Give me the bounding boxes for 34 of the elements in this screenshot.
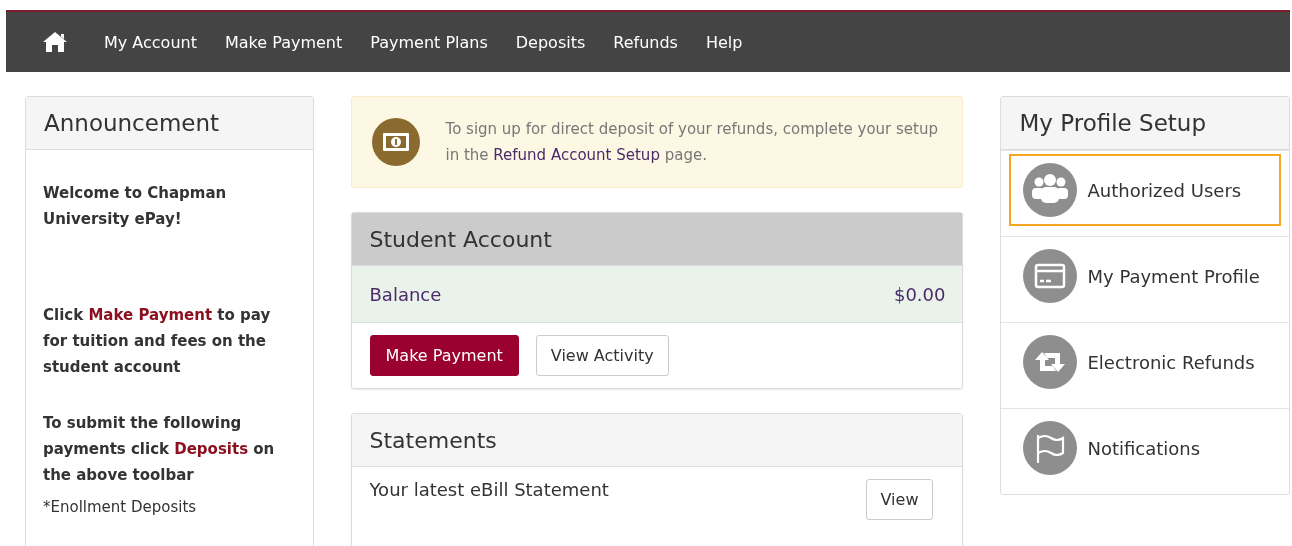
announcement-text: To submit the following payments click Deposits on the above toolbar: [43, 413, 276, 486]
banknote-icon: [371, 118, 420, 166]
card-title: Student Account: [369, 226, 552, 252]
link[interactable]: Refund Account Setup: [493, 146, 660, 164]
statement-text: Your latest eBill Statement: [369, 479, 609, 500]
nav-link[interactable]: Deposits: [501, 32, 600, 52]
balance-value: $0.00: [893, 283, 946, 305]
home-icon[interactable]: [42, 31, 68, 53]
announcement-text: Click Make Payment to pay for tuition and fees on the student account: [43, 305, 272, 378]
profile-menu-item[interactable]: Electronic Refunds: [1009, 326, 1281, 398]
exchange-arrows-icon: [1023, 335, 1078, 389]
people-icon: [1023, 163, 1078, 217]
nav-link[interactable]: My Account: [90, 32, 211, 52]
link[interactable]: Make Payment: [88, 306, 213, 324]
view-activity-button[interactable]: View Activity: [535, 335, 669, 376]
flag-icon: [1023, 421, 1078, 475]
credit-card-icon: [1023, 249, 1078, 303]
profile-menu-item[interactable]: My Payment Profile: [1009, 240, 1281, 312]
nav-link[interactable]: Help: [691, 32, 757, 52]
panel-title: Announcement: [44, 110, 220, 136]
note-text: *Enollment Deposits: [43, 498, 198, 516]
nav-link[interactable]: Refunds: [599, 32, 692, 52]
view-button[interactable]: View: [865, 479, 934, 520]
balance-label: Balance: [369, 283, 442, 305]
panel-title: My Profile Setup: [1019, 110, 1207, 136]
card-title: Statements: [369, 427, 497, 453]
link[interactable]: Deposits: [174, 440, 249, 458]
nav-link[interactable]: Payment Plans: [356, 32, 502, 52]
profile-menu-item[interactable]: Authorized Users: [1009, 154, 1281, 226]
profile-menu-item[interactable]: Notifications: [1009, 412, 1281, 484]
nav-link[interactable]: Make Payment: [210, 32, 357, 52]
announcement-text: Welcome to Chapman University ePay!: [43, 183, 228, 230]
make-payment-button[interactable]: Make Payment: [369, 335, 519, 376]
alert-text: To sign up for direct deposit of your refunds, complete your setup in the Refund Account Setup page.: [445, 119, 939, 166]
